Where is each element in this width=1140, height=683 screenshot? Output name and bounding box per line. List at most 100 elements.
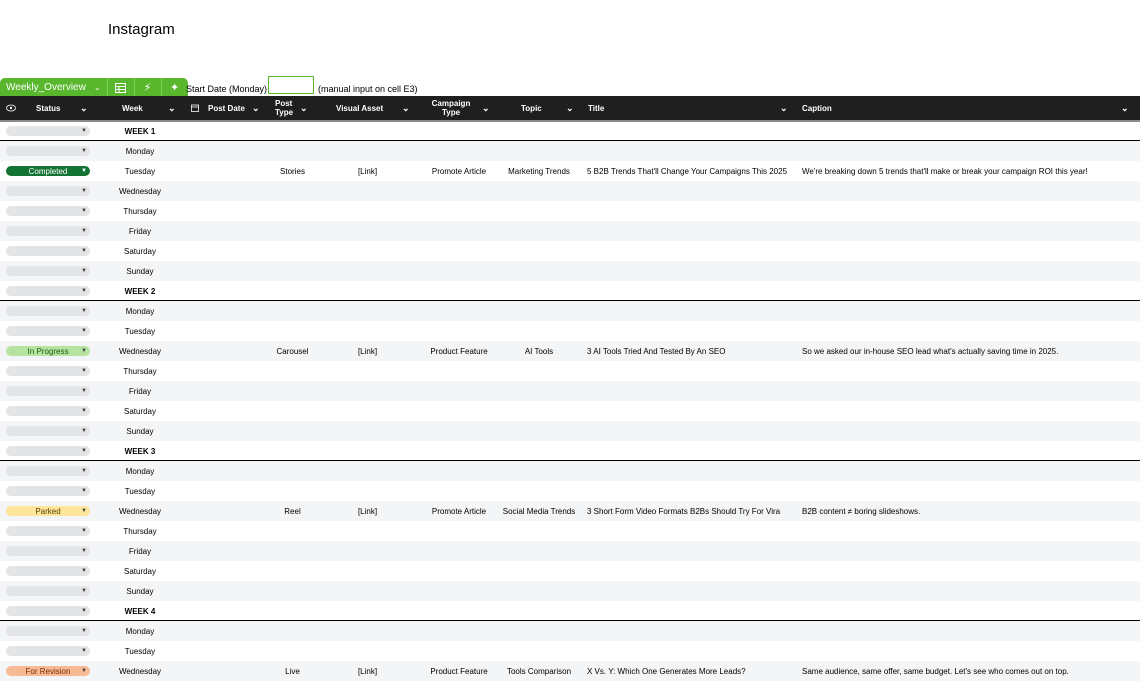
visibility-eye-icon[interactable] [6, 96, 16, 120]
status-dropdown[interactable]: ▼ [6, 486, 90, 496]
dropdown-arrow-icon[interactable]: ▼ [81, 408, 87, 414]
lightning-icon[interactable]: ⚡︎ [134, 78, 162, 97]
column-header-campaign-type[interactable]: Campaign Type [430, 96, 472, 120]
status-dropdown[interactable]: ▼ [6, 146, 90, 156]
status-dropdown[interactable]: ▼ [6, 606, 90, 616]
campaign-type-cell: Product Feature [430, 666, 488, 676]
dropdown-arrow-icon[interactable]: ▼ [81, 468, 87, 474]
status-dropdown[interactable]: ▼ [6, 546, 90, 556]
status-dropdown[interactable]: ▼ [6, 526, 90, 536]
status-dropdown[interactable]: ▼ [6, 386, 90, 396]
dropdown-arrow-icon[interactable]: ▼ [81, 208, 87, 214]
dropdown-arrow-icon[interactable]: ▼ [81, 548, 87, 554]
status-dropdown[interactable]: ▼ [6, 366, 90, 376]
dropdown-arrow-icon[interactable]: ▼ [81, 508, 87, 514]
chevron-down-icon[interactable]: ⌄ [482, 103, 490, 114]
dropdown-arrow-icon[interactable]: ▼ [81, 308, 87, 314]
status-dropdown[interactable]: ▼ [6, 646, 90, 656]
dropdown-arrow-icon[interactable]: ▼ [81, 348, 87, 354]
visual-asset-link[interactable]: [Link] [330, 161, 405, 181]
status-dropdown[interactable]: ▼ [6, 446, 90, 456]
status-dropdown[interactable]: ▼ [6, 286, 90, 296]
column-header-topic[interactable]: Topic [521, 96, 542, 120]
view-tab-weekly-overview[interactable]: Weekly_Overview ⌄ [0, 78, 108, 97]
dropdown-arrow-icon[interactable]: ▼ [81, 428, 87, 434]
status-label: In Progress [27, 346, 69, 356]
column-header-title[interactable]: Title [588, 96, 604, 120]
caption-cell: Same audience, same offer, same budget. … [802, 666, 1069, 676]
dropdown-arrow-icon[interactable]: ▼ [81, 368, 87, 374]
dropdown-arrow-icon[interactable]: ▼ [81, 448, 87, 454]
dropdown-arrow-icon[interactable]: ▼ [81, 328, 87, 334]
column-header-visual-asset[interactable]: Visual Asset [336, 96, 383, 120]
chevron-down-icon[interactable]: ⌄ [80, 103, 88, 114]
column-header-week[interactable]: Week [122, 96, 143, 120]
dropdown-arrow-icon[interactable]: ▼ [81, 188, 87, 194]
dropdown-arrow-icon[interactable]: ▼ [81, 268, 87, 274]
visual-asset-link[interactable]: [Link] [330, 501, 405, 521]
week-cell: Wednesday [118, 346, 162, 356]
status-dropdown[interactable]: ▼ [6, 586, 90, 596]
week-header-row: ▼ WEEK 4 [0, 601, 1140, 621]
dropdown-arrow-icon[interactable]: ▼ [81, 128, 87, 134]
status-dropdown[interactable]: ▼ [6, 306, 90, 316]
dropdown-arrow-icon[interactable]: ▼ [81, 388, 87, 394]
chevron-down-icon[interactable]: ⌄ [168, 103, 176, 114]
column-header-caption[interactable]: Caption [802, 96, 832, 120]
dropdown-arrow-icon[interactable]: ▼ [81, 608, 87, 614]
week-cell: Tuesday [124, 646, 156, 656]
dropdown-arrow-icon[interactable]: ▼ [81, 288, 87, 294]
status-dropdown[interactable]: ▼ [6, 626, 90, 636]
chevron-down-icon[interactable]: ⌄ [300, 103, 308, 114]
start-date-input[interactable] [268, 76, 314, 94]
post-type-cell: Reel [284, 506, 301, 516]
dropdown-arrow-icon[interactable]: ▼ [81, 668, 87, 674]
chevron-down-icon[interactable]: ⌄ [402, 103, 410, 114]
dropdown-arrow-icon[interactable]: ▼ [81, 228, 87, 234]
dropdown-arrow-icon[interactable]: ▼ [81, 488, 87, 494]
chevron-down-icon[interactable]: ⌄ [566, 103, 574, 114]
chevron-down-icon[interactable]: ⌄ [780, 103, 788, 114]
dropdown-arrow-icon[interactable]: ▼ [81, 628, 87, 634]
table-view-icon[interactable] [107, 78, 135, 97]
status-dropdown[interactable]: For Revision ▼ [6, 666, 90, 676]
dropdown-arrow-icon[interactable]: ▼ [81, 248, 87, 254]
status-dropdown[interactable]: ▼ [6, 206, 90, 216]
week-cell: Tuesday [124, 486, 156, 496]
status-dropdown[interactable]: In Progress ▼ [6, 346, 90, 356]
status-dropdown[interactable]: ▼ [6, 466, 90, 476]
chevron-down-icon[interactable]: ⌄ [252, 103, 260, 114]
status-dropdown[interactable]: ▼ [6, 426, 90, 436]
visual-asset-link[interactable]: [Link] [330, 341, 405, 361]
status-dropdown[interactable]: ▼ [6, 266, 90, 276]
status-dropdown[interactable]: ▼ [6, 186, 90, 196]
week-header-row: ▼ WEEK 1 [0, 121, 1140, 141]
status-dropdown[interactable]: ▼ [6, 246, 90, 256]
dropdown-arrow-icon[interactable]: ▼ [81, 148, 87, 154]
status-dropdown[interactable]: ▼ [6, 406, 90, 416]
week-cell: Sunday [126, 266, 154, 276]
column-header-post-date[interactable]: Post Date [208, 96, 245, 120]
status-dropdown[interactable]: Parked ▼ [6, 506, 90, 516]
chevron-down-icon[interactable]: ⌄ [94, 83, 101, 92]
column-header-post-type[interactable]: Post Type [275, 96, 297, 120]
dropdown-arrow-icon[interactable]: ▼ [81, 528, 87, 534]
column-header-status[interactable]: Status [36, 96, 60, 120]
table-row: Parked ▼ Wednesday Reel [Link] Promote Articl… [0, 501, 1140, 521]
status-dropdown[interactable]: ▼ [6, 566, 90, 576]
status-dropdown[interactable]: ▼ [6, 226, 90, 236]
dropdown-arrow-icon[interactable]: ▼ [81, 648, 87, 654]
status-dropdown[interactable]: Completed ▼ [6, 166, 90, 176]
chevron-down-icon[interactable]: ⌄ [1121, 103, 1129, 114]
sparkle-icon[interactable]: ✦ [161, 78, 188, 97]
dropdown-arrow-icon[interactable]: ▼ [81, 168, 87, 174]
dropdown-arrow-icon[interactable]: ▼ [81, 568, 87, 574]
visual-asset-link[interactable]: [Link] [330, 661, 405, 681]
table-row: ▼ Friday [0, 381, 1140, 401]
table-row: For Revision ▼ Wednesday Live [Link] Product … [0, 661, 1140, 681]
table-row: ▼ Monday [0, 301, 1140, 321]
week-cell: Saturday [123, 566, 157, 576]
status-dropdown[interactable]: ▼ [6, 326, 90, 336]
status-dropdown[interactable]: ▼ [6, 126, 90, 136]
dropdown-arrow-icon[interactable]: ▼ [81, 588, 87, 594]
